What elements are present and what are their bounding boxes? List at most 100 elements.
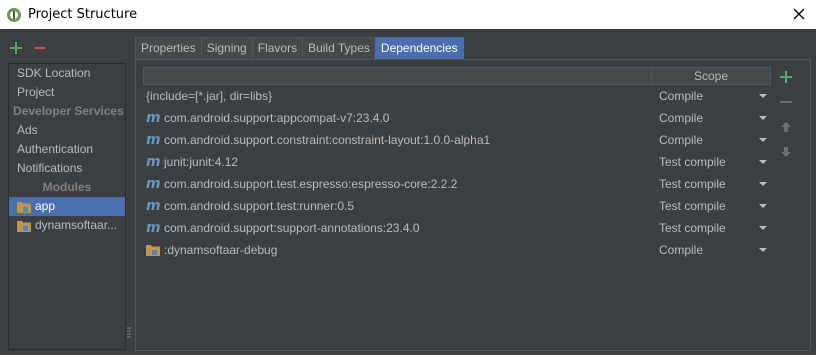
sidebar-toolbar [8,38,48,58]
table-row[interactable]: m junit:junit:4.12 Test compile [143,151,771,173]
dependency-name: com.android.support.constraint:constrain… [164,133,491,147]
table-row[interactable]: m com.android.support.test:runner:0.5 Te… [143,195,771,217]
dependency-name: junit:junit:4.12 [164,155,239,169]
arrow-up-icon [781,122,791,132]
tab-dependencies[interactable]: Dependencies [374,37,464,60]
tab-flavors[interactable]: Flavors [251,37,304,60]
chevron-down-icon [759,182,767,186]
move-up-button[interactable] [778,119,794,135]
dependency-name: com.android.support:support-annotations:… [164,221,420,235]
dependency-name-cell: m com.android.support:support-annotation… [143,221,653,235]
minus-icon [780,101,792,103]
title-bar: Project Structure [0,0,816,29]
add-module-button[interactable] [8,40,24,56]
scope-dropdown[interactable]: Test compile [653,221,771,235]
scope-value: Test compile [659,155,726,169]
close-button[interactable] [790,5,808,23]
scope-dropdown[interactable]: Test compile [653,177,771,191]
sidebar-item-project[interactable]: Project [9,83,125,102]
tab-build-types[interactable]: Build Types [302,37,376,60]
sidebar-item-ads[interactable]: Ads [9,121,125,140]
tab-bar: Properties Signing Flavors Build Types D… [135,37,464,60]
window-title: Project Structure [28,7,138,22]
dependency-name-cell: :dynamsoftaar-debug [143,243,653,257]
remove-dependency-button[interactable] [778,94,794,110]
module-label: app [35,199,56,213]
arrow-down-icon [781,147,791,157]
dependency-name-cell: m com.android.support:appcompat-v7:23.4.… [143,111,653,125]
scope-value: Compile [659,111,704,125]
minus-icon [34,47,46,49]
dependency-toolbar [778,69,794,160]
module-folder-icon [17,201,31,213]
dependency-name-cell: m junit:junit:4.12 [143,155,653,169]
dependencies-table: Scope {include=[*.jar], dir=libs} Compil… [143,67,771,347]
maven-icon: m [146,111,161,125]
sidebar-section-developer-services: Developer Services [13,104,124,118]
dependency-name-cell: m com.android.support.constraint:constra… [143,133,653,147]
module-folder-icon [17,220,31,232]
maven-icon: m [146,133,161,147]
remove-module-button[interactable] [32,40,48,56]
header-scope[interactable]: Scope [652,68,770,84]
scope-value: Test compile [659,177,726,191]
module-folder-icon [146,245,160,256]
maven-icon: m [146,221,161,235]
table-row[interactable]: m com.android.support.constraint:constra… [143,129,771,151]
sidebar-item-sdk-location[interactable]: SDK Location [9,64,125,83]
sidebar-module-dynamsoftaar[interactable]: dynamsoftaar... [9,216,125,235]
scope-dropdown[interactable]: Test compile [653,199,771,213]
header-name-column[interactable] [144,68,652,84]
scope-value: Compile [659,133,704,147]
table-row[interactable]: :dynamsoftaar-debug Compile [143,239,771,261]
tab-signing[interactable]: Signing [200,37,253,60]
plus-icon [10,42,22,54]
dependency-name: :dynamsoftaar-debug [164,243,278,257]
table-header: Scope [143,67,771,85]
add-dependency-button[interactable] [778,69,794,85]
scope-value: Compile [659,243,704,257]
maven-icon: m [146,177,161,191]
chevron-down-icon [759,138,767,142]
dependency-name: com.android.support:appcompat-v7:23.4.0 [164,111,390,125]
table-row[interactable]: m com.android.support:appcompat-v7:23.4.… [143,107,771,129]
scope-dropdown[interactable]: Compile [653,89,771,103]
chevron-down-icon [759,116,767,120]
module-label: dynamsoftaar... [35,218,118,232]
sidebar: SDK Location Project Developer Services … [8,63,126,350]
splitter-handle[interactable] [127,326,131,340]
dependency-name-cell: {include=[*.jar], dir=libs} [143,89,653,103]
sidebar-module-app[interactable]: app [9,197,125,216]
scope-value: Compile [659,89,704,103]
table-row[interactable]: {include=[*.jar], dir=libs} Compile [143,85,771,107]
scope-value: Test compile [659,199,726,213]
chevron-down-icon [759,94,767,98]
chevron-down-icon [759,226,767,230]
move-down-button[interactable] [778,144,794,160]
table-row[interactable]: m com.android.support:support-annotation… [143,217,771,239]
sidebar-item-notifications[interactable]: Notifications [9,159,125,178]
scope-dropdown[interactable]: Compile [653,243,771,257]
dependency-name: com.android.support.test:runner:0.5 [164,199,355,213]
sidebar-section-modules: Modules [42,180,92,194]
maven-icon: m [146,199,161,213]
close-icon [793,8,805,20]
dependencies-panel: Scope {include=[*.jar], dir=libs} Compil… [135,59,811,351]
dependency-name: com.android.support.test.espresso:espres… [164,177,458,191]
scope-dropdown[interactable]: Compile [653,133,771,147]
android-studio-icon [7,7,21,22]
chevron-down-icon [759,204,767,208]
plus-icon [780,71,792,83]
maven-icon: m [146,155,161,169]
sidebar-item-authentication[interactable]: Authentication [9,140,125,159]
chevron-down-icon [759,160,767,164]
scope-dropdown[interactable]: Test compile [653,155,771,169]
tab-properties[interactable]: Properties [135,37,202,60]
dependency-name-cell: m com.android.support.test:runner:0.5 [143,199,653,213]
scope-value: Test compile [659,221,726,235]
grip-icon [127,327,131,338]
dependency-name-cell: m com.android.support.test.espresso:espr… [143,177,653,191]
scope-dropdown[interactable]: Compile [653,111,771,125]
chevron-down-icon [759,248,767,252]
table-row[interactable]: m com.android.support.test.espresso:espr… [143,173,771,195]
